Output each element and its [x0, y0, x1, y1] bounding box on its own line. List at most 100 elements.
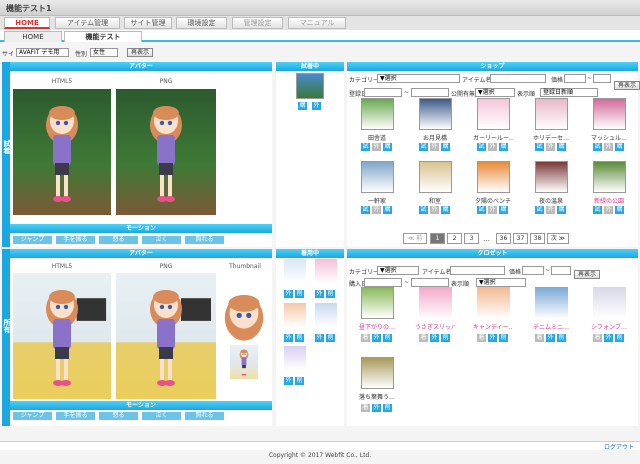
trial-motion-wave[interactable]: 手を振る: [56, 236, 95, 244]
owned-wearing-btn-1[interactable]: 削: [326, 334, 335, 342]
owned-wearing-btn-1[interactable]: 削: [326, 290, 335, 298]
shop-item-btn-1[interactable]: 外: [372, 143, 381, 151]
closet-price-max[interactable]: [551, 266, 571, 275]
tab-function-test[interactable]: 機能テスト: [64, 31, 142, 42]
shop-item-btn-2[interactable]: 購: [383, 143, 392, 151]
page-number[interactable]: 3: [464, 233, 479, 244]
closet-item-btn-0[interactable]: 着: [593, 334, 602, 342]
trial-motion-angry[interactable]: 怒る: [99, 236, 138, 244]
closet-order-select[interactable]: ▼選択: [476, 278, 526, 287]
shop-item-btn-2[interactable]: 購: [441, 143, 450, 151]
shop-item-btn-2[interactable]: 購: [499, 206, 508, 214]
page-number[interactable]: 36: [496, 233, 511, 244]
shop-registered-from[interactable]: [364, 88, 402, 97]
shop-item-thumb[interactable]: [593, 161, 626, 193]
owned-wearing-btn-0[interactable]: 外: [284, 290, 293, 298]
shop-item-btn-0[interactable]: 試: [593, 143, 602, 151]
owned-wearing-item[interactable]: [315, 303, 337, 327]
owned-wearing-btn-0[interactable]: 外: [315, 334, 324, 342]
menu-admin-settings[interactable]: 管理設定: [232, 17, 283, 29]
shop-item-btn-1[interactable]: 外: [372, 206, 381, 214]
shop-price-max[interactable]: [593, 74, 611, 83]
page-number[interactable]: 38: [530, 233, 545, 244]
shop-item-btn-2[interactable]: 購: [499, 143, 508, 151]
menu-site-management[interactable]: サイト管理: [124, 17, 172, 29]
shop-item-thumb[interactable]: [419, 98, 452, 130]
trial-wearing-buy[interactable]: 購: [298, 102, 307, 110]
shop-item-thumb[interactable]: [419, 161, 452, 193]
gender-select[interactable]: 女性: [90, 48, 118, 57]
trial-wearing-item[interactable]: [296, 73, 324, 99]
closet-item-btn-2[interactable]: 削: [557, 334, 566, 342]
owned-wearing-item[interactable]: [284, 346, 306, 370]
shop-reload-button[interactable]: 再表示: [614, 81, 640, 90]
shop-item-btn-1[interactable]: 外: [430, 143, 439, 151]
owned-wearing-item[interactable]: [284, 259, 306, 283]
owned-wearing-btn-1[interactable]: 削: [295, 290, 304, 298]
owned-motion-shy[interactable]: 照れる: [185, 412, 224, 420]
shop-item-btn-1[interactable]: 外: [546, 206, 555, 214]
menu-home[interactable]: HOME: [4, 17, 50, 29]
closet-item-btn-0[interactable]: 着: [361, 404, 370, 412]
shop-item-btn-2[interactable]: 購: [615, 143, 624, 151]
shop-item-thumb[interactable]: [477, 98, 510, 130]
trial-motion-jump[interactable]: ジャンプ: [13, 236, 52, 244]
shop-item-thumb[interactable]: [361, 98, 394, 130]
logout-link[interactable]: ログアウト: [604, 442, 634, 451]
shop-item-btn-0[interactable]: 試: [535, 206, 544, 214]
closet-item-thumb[interactable]: [361, 287, 394, 319]
closet-item-btn-2[interactable]: 削: [615, 334, 624, 342]
shop-registered-to[interactable]: [411, 88, 449, 97]
shop-item-thumb[interactable]: [535, 98, 568, 130]
shop-item-btn-1[interactable]: 外: [604, 206, 613, 214]
owned-wearing-item[interactable]: [315, 259, 337, 283]
tab-home[interactable]: HOME: [4, 31, 62, 42]
shop-item-btn-0[interactable]: 試: [361, 206, 370, 214]
page-number[interactable]: 2: [447, 233, 462, 244]
owned-wearing-btn-1[interactable]: 削: [295, 334, 304, 342]
shop-price-min[interactable]: [564, 74, 586, 83]
closet-item-btn-1[interactable]: 外: [430, 334, 439, 342]
closet-purchased-to[interactable]: [411, 278, 449, 287]
closet-item-thumb[interactable]: [419, 287, 452, 319]
closet-item-btn-0[interactable]: 着: [477, 334, 486, 342]
closet-itemname-input[interactable]: [450, 266, 505, 275]
closet-item-thumb[interactable]: [593, 287, 626, 319]
closet-reload-button[interactable]: 再表示: [574, 270, 601, 279]
shop-item-btn-0[interactable]: 試: [419, 206, 428, 214]
closet-item-btn-2[interactable]: 削: [383, 404, 392, 412]
owned-wearing-btn-1[interactable]: 削: [295, 377, 304, 385]
menu-environment[interactable]: 環境設定: [176, 17, 227, 29]
shop-category-select[interactable]: ▼選択: [377, 74, 460, 83]
closet-item-btn-1[interactable]: 外: [604, 334, 613, 342]
closet-item-btn-1[interactable]: 外: [546, 334, 555, 342]
owned-motion-cry[interactable]: 泣く: [142, 412, 181, 420]
shop-item-btn-0[interactable]: 試: [361, 143, 370, 151]
shop-item-btn-2[interactable]: 購: [557, 143, 566, 151]
trial-wearing-remove[interactable]: 外: [312, 102, 321, 110]
closet-item-thumb[interactable]: [361, 357, 394, 389]
closet-item-thumb[interactable]: [477, 287, 510, 319]
shop-item-btn-0[interactable]: 試: [477, 143, 486, 151]
shop-item-btn-1[interactable]: 外: [488, 143, 497, 151]
page-number[interactable]: 37: [513, 233, 528, 244]
reload-button[interactable]: 再表示: [127, 48, 154, 57]
shop-item-btn-2[interactable]: 購: [557, 206, 566, 214]
closet-item-btn-0[interactable]: 着: [361, 334, 370, 342]
shop-item-btn-2[interactable]: 購: [441, 206, 450, 214]
shop-public-select[interactable]: ▼選択: [475, 88, 515, 97]
shop-item-thumb[interactable]: [477, 161, 510, 193]
closet-item-btn-2[interactable]: 削: [499, 334, 508, 342]
shop-item-btn-0[interactable]: 試: [419, 143, 428, 151]
page-number[interactable]: 1: [430, 233, 445, 244]
closet-item-btn-2[interactable]: 削: [441, 334, 450, 342]
shop-item-btn-0[interactable]: 試: [477, 206, 486, 214]
shop-item-btn-2[interactable]: 購: [615, 206, 624, 214]
owned-wearing-item[interactable]: [284, 303, 306, 327]
closet-item-btn-2[interactable]: 削: [383, 334, 392, 342]
owned-motion-angry[interactable]: 怒る: [99, 412, 138, 420]
owned-motion-jump[interactable]: ジャンプ: [13, 412, 52, 420]
shop-order-select[interactable]: 登録日新順: [540, 88, 598, 97]
closet-item-btn-1[interactable]: 外: [372, 404, 381, 412]
closet-item-btn-0[interactable]: 着: [535, 334, 544, 342]
